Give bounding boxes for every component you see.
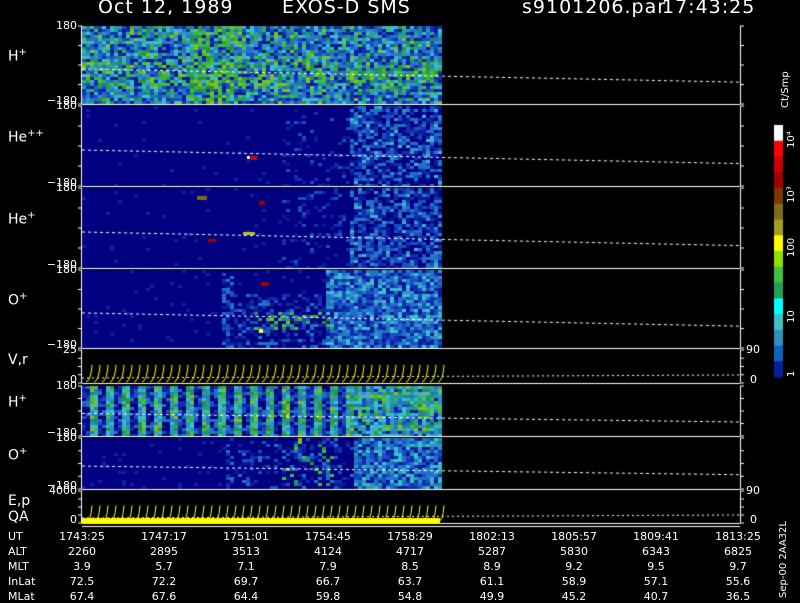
footer-cell: 61.1	[479, 575, 505, 588]
footer-cell: 69.7	[233, 575, 259, 588]
footer-cell: 1813:25	[715, 530, 761, 543]
footer-cell: 1747:17	[141, 530, 187, 543]
ion-name: H	[8, 394, 19, 411]
y-tick-max: 4000	[49, 484, 77, 497]
footer-cell: 8.5	[401, 560, 419, 573]
footer-cell: 8.9	[483, 560, 501, 573]
footer-row-label: MLat	[8, 590, 35, 603]
header-time: 17:43:25	[662, 0, 756, 18]
ion-charge: +	[18, 47, 27, 58]
footer-row-label: UT	[8, 530, 23, 543]
right-tick-max: 90	[746, 343, 760, 356]
footer-cell: 1805:57	[551, 530, 597, 543]
footer-cell: 5830	[560, 545, 588, 558]
panel-label: E,p	[8, 493, 31, 509]
footer-cell: 57.1	[643, 575, 669, 588]
footer-cell: 5.7	[155, 560, 173, 573]
footer-cell: 36.5	[725, 590, 751, 603]
colorbar-tick: 10	[786, 310, 797, 323]
footer-cell: 66.7	[315, 575, 341, 588]
ion-name: H	[8, 48, 19, 65]
y-tick-max: 180	[56, 263, 77, 276]
y-tick-max: 180	[56, 379, 77, 392]
footer-row-label: InLat	[8, 575, 36, 588]
y-tick-max: 180	[56, 181, 77, 194]
footer-cell: 2260	[68, 545, 96, 558]
footer-cell: 1751:01	[223, 530, 269, 543]
panel-label: V,r	[8, 352, 28, 368]
right-tick-min: 0	[750, 373, 757, 386]
header-date: Oct 12, 1989	[98, 0, 234, 18]
footer-cell: 67.6	[151, 590, 177, 603]
footer-cell: 72.5	[69, 575, 95, 588]
footer-row-label: MLT	[8, 560, 29, 573]
colorbar-tick: 100	[786, 237, 797, 257]
y-tick-max: 180	[56, 431, 77, 444]
y-tick-min: 0	[70, 513, 77, 526]
footer-cell: 2895	[150, 545, 178, 558]
footer-cell: 9.2	[565, 560, 583, 573]
footer-cell: 3.9	[73, 560, 91, 573]
ion-name: O	[8, 447, 20, 464]
footer-cell: 9.5	[647, 560, 665, 573]
ion-charge: +	[18, 393, 27, 404]
footer-cell: 67.4	[69, 590, 95, 603]
header-file: s9101206.par	[522, 0, 667, 18]
footer-cell: 1802:13	[469, 530, 515, 543]
header-instrument: EXOS-D SMS	[282, 0, 411, 18]
right-tick-min: 0	[750, 513, 757, 526]
footer-cell: 55.6	[725, 575, 751, 588]
footer-cell: 6343	[642, 545, 670, 558]
colorbar-tick: 10³	[786, 186, 797, 203]
footer-cell: 49.9	[479, 590, 505, 603]
footer-cell: 64.4	[233, 590, 259, 603]
ion-name: He	[8, 129, 28, 146]
ion-charge: +	[19, 291, 28, 302]
footer-cell: 7.9	[319, 560, 337, 573]
colorbar-label: Ct/Smp	[780, 71, 791, 108]
footer-cell: 63.7	[397, 575, 423, 588]
footer-cell: 9.7	[729, 560, 747, 573]
y-tick-max: 180	[56, 99, 77, 112]
footer-cell: 6825	[724, 545, 752, 558]
panel-label: H+	[8, 393, 27, 411]
footer-row-label: ALT	[8, 545, 27, 558]
panel-label: He++	[8, 128, 44, 146]
side-note: Sep-00 2AA32L	[778, 521, 789, 598]
ion-charge: +	[27, 210, 36, 221]
footer-cell: 58.9	[561, 575, 587, 588]
footer-cell: 3513	[232, 545, 260, 558]
y-tick-max: 25	[63, 343, 77, 356]
footer-cell: 4124	[314, 545, 342, 558]
y-tick-max: 180	[56, 19, 77, 32]
footer-cell: 72.2	[151, 575, 177, 588]
colorbar-tick: 10⁴	[786, 131, 797, 148]
footer-cell: 45.2	[561, 590, 587, 603]
panel-label: He+	[8, 210, 36, 228]
colorbar-tick: 1	[786, 370, 797, 377]
footer-cell: 1758:29	[387, 530, 433, 543]
footer-cell: 4717	[396, 545, 424, 558]
panel-label: O+	[8, 446, 27, 464]
footer-cell: 1743:25	[59, 530, 105, 543]
ion-charge: ++	[27, 128, 44, 139]
right-tick-max: 90	[746, 484, 760, 497]
ion-name: O	[8, 292, 20, 309]
footer-cell: 40.7	[643, 590, 669, 603]
footer-cell: 1809:41	[633, 530, 679, 543]
footer-cell: 7.1	[237, 560, 255, 573]
ion-name: He	[8, 211, 28, 228]
footer-cell: 54.8	[397, 590, 423, 603]
ion-charge: +	[19, 445, 28, 457]
footer-cell: 5287	[478, 545, 506, 558]
qa-label: QA	[8, 509, 29, 525]
panel-label: O+	[8, 291, 27, 309]
panel-label: H+	[8, 47, 27, 65]
footer-cell: 59.8	[315, 590, 341, 603]
spectrogram-canvas	[0, 0, 800, 600]
footer-cell: 1754:45	[305, 530, 351, 543]
